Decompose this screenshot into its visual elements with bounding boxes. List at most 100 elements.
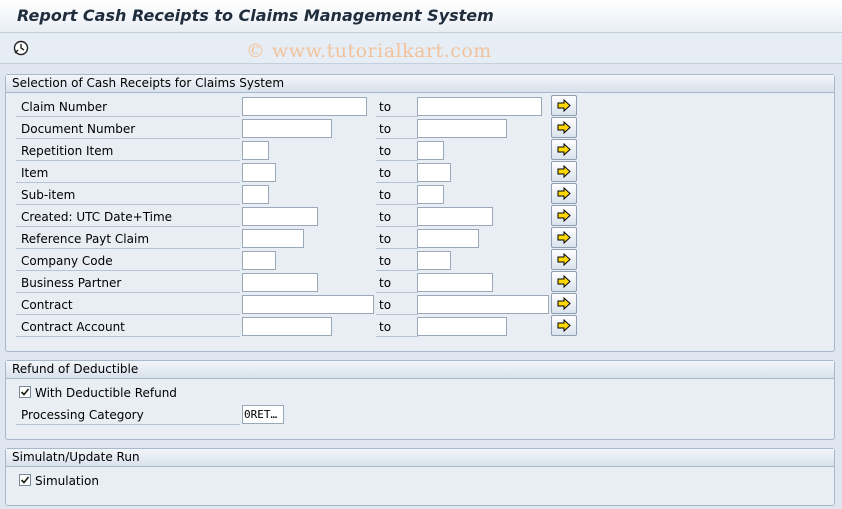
- arrow-right-icon: [557, 121, 571, 134]
- multiple-selection-button[interactable]: [551, 161, 577, 182]
- document-number-from-input[interactable]: [242, 119, 332, 138]
- checkmark-icon: [20, 388, 30, 396]
- multiple-selection-button[interactable]: [551, 139, 577, 160]
- contract-account-to-input[interactable]: [417, 317, 507, 336]
- to-label: to: [376, 251, 418, 271]
- select-row-claim-number: Claim Number to: [6, 95, 834, 118]
- select-row-document-number: Document Number to: [6, 117, 834, 140]
- business-partner-from-input[interactable]: [242, 273, 318, 292]
- multiple-selection-button[interactable]: [551, 227, 577, 248]
- selection-group-header: Selection of Cash Receipts for Claims Sy…: [6, 75, 834, 93]
- to-label: to: [376, 185, 418, 205]
- created-utc-from-input[interactable]: [242, 207, 318, 226]
- simulation-label: Simulation: [35, 474, 99, 488]
- contract-from-input[interactable]: [242, 295, 374, 314]
- field-label: Business Partner: [16, 273, 240, 293]
- multiple-selection-button[interactable]: [551, 249, 577, 270]
- field-label: Reference Payt Claim: [16, 229, 240, 249]
- processing-category-label: Processing Category: [16, 405, 240, 425]
- refund-group: Refund of Deductible With Deductible Ref…: [5, 360, 835, 440]
- selection-group: Selection of Cash Receipts for Claims Sy…: [5, 74, 835, 352]
- select-row-repetition-item: Repetition Item to: [6, 139, 834, 162]
- with-deductible-refund-row: With Deductible Refund: [6, 383, 834, 404]
- sub-item-to-input[interactable]: [417, 185, 444, 204]
- field-label: Item: [16, 163, 240, 183]
- arrow-right-icon: [557, 297, 571, 310]
- claim-number-from-input[interactable]: [242, 97, 367, 116]
- multiple-selection-button[interactable]: [551, 117, 577, 138]
- to-label: to: [376, 141, 418, 161]
- refund-group-header: Refund of Deductible: [6, 361, 834, 379]
- reference-payt-claim-to-input[interactable]: [417, 229, 479, 248]
- with-deductible-refund-checkbox[interactable]: [19, 386, 31, 398]
- sub-item-from-input[interactable]: [242, 185, 269, 204]
- field-label: Claim Number: [16, 97, 240, 117]
- run-group-header: Simulatn/Update Run: [6, 449, 834, 467]
- to-label: to: [376, 229, 418, 249]
- watermark: © www.tutorialkart.com: [246, 40, 492, 62]
- contract-to-input[interactable]: [417, 295, 549, 314]
- to-label: to: [376, 273, 418, 293]
- checkmark-icon: [20, 476, 30, 484]
- select-row-contract: Contract to: [6, 293, 834, 316]
- arrow-right-icon: [557, 231, 571, 244]
- arrow-right-icon: [557, 253, 571, 266]
- arrow-right-icon: [557, 143, 571, 156]
- application-toolbar: © www.tutorialkart.com: [0, 33, 842, 64]
- to-label: to: [376, 163, 418, 183]
- to-label: to: [376, 207, 418, 227]
- select-row-company-code: Company Code to: [6, 249, 834, 272]
- arrow-right-icon: [557, 165, 571, 178]
- multiple-selection-button[interactable]: [551, 183, 577, 204]
- processing-category-input[interactable]: [242, 405, 284, 424]
- multiple-selection-button[interactable]: [551, 271, 577, 292]
- company-code-to-input[interactable]: [417, 251, 451, 270]
- to-label: to: [376, 295, 418, 315]
- simulation-checkbox[interactable]: [19, 474, 31, 486]
- to-label: to: [376, 97, 418, 117]
- multiple-selection-button[interactable]: [551, 95, 577, 116]
- select-row-item: Item to: [6, 161, 834, 184]
- select-row-sub-item: Sub-item to: [6, 183, 834, 206]
- repetition-item-to-input[interactable]: [417, 141, 444, 160]
- field-label: Document Number: [16, 119, 240, 139]
- field-label: Repetition Item: [16, 141, 240, 161]
- company-code-from-input[interactable]: [242, 251, 276, 270]
- business-partner-to-input[interactable]: [417, 273, 493, 292]
- simulation-row: Simulation: [6, 471, 834, 492]
- select-row-contract-account: Contract Account to: [6, 315, 834, 338]
- to-label: to: [376, 119, 418, 139]
- arrow-right-icon: [557, 99, 571, 112]
- reference-payt-claim-from-input[interactable]: [242, 229, 304, 248]
- repetition-item-from-input[interactable]: [242, 141, 269, 160]
- processing-category-row: Processing Category: [6, 405, 834, 426]
- title-bar: Report Cash Receipts to Claims Managemen…: [0, 0, 842, 33]
- contract-account-from-input[interactable]: [242, 317, 332, 336]
- select-row-created-utc: Created: UTC Date+Time to: [6, 205, 834, 228]
- execute-clock-icon: [13, 40, 29, 56]
- page-title: Report Cash Receipts to Claims Managemen…: [17, 6, 494, 25]
- field-label: Contract: [16, 295, 240, 315]
- to-label: to: [376, 317, 418, 337]
- select-row-business-partner: Business Partner to: [6, 271, 834, 294]
- multiple-selection-button[interactable]: [551, 205, 577, 226]
- arrow-right-icon: [557, 275, 571, 288]
- document-number-to-input[interactable]: [417, 119, 507, 138]
- execute-button[interactable]: [12, 39, 30, 57]
- created-utc-to-input[interactable]: [417, 207, 493, 226]
- arrow-right-icon: [557, 209, 571, 222]
- claim-number-to-input[interactable]: [417, 97, 542, 116]
- run-group: Simulatn/Update Run Simulation: [5, 448, 835, 506]
- item-from-input[interactable]: [242, 163, 276, 182]
- multiple-selection-button[interactable]: [551, 315, 577, 336]
- field-label: Company Code: [16, 251, 240, 271]
- field-label: Created: UTC Date+Time: [16, 207, 240, 227]
- arrow-right-icon: [557, 319, 571, 332]
- select-row-reference-payt-claim: Reference Payt Claim to: [6, 227, 834, 250]
- field-label: Contract Account: [16, 317, 240, 337]
- with-deductible-refund-label: With Deductible Refund: [35, 386, 177, 400]
- multiple-selection-button[interactable]: [551, 293, 577, 314]
- arrow-right-icon: [557, 187, 571, 200]
- item-to-input[interactable]: [417, 163, 451, 182]
- field-label: Sub-item: [16, 185, 240, 205]
